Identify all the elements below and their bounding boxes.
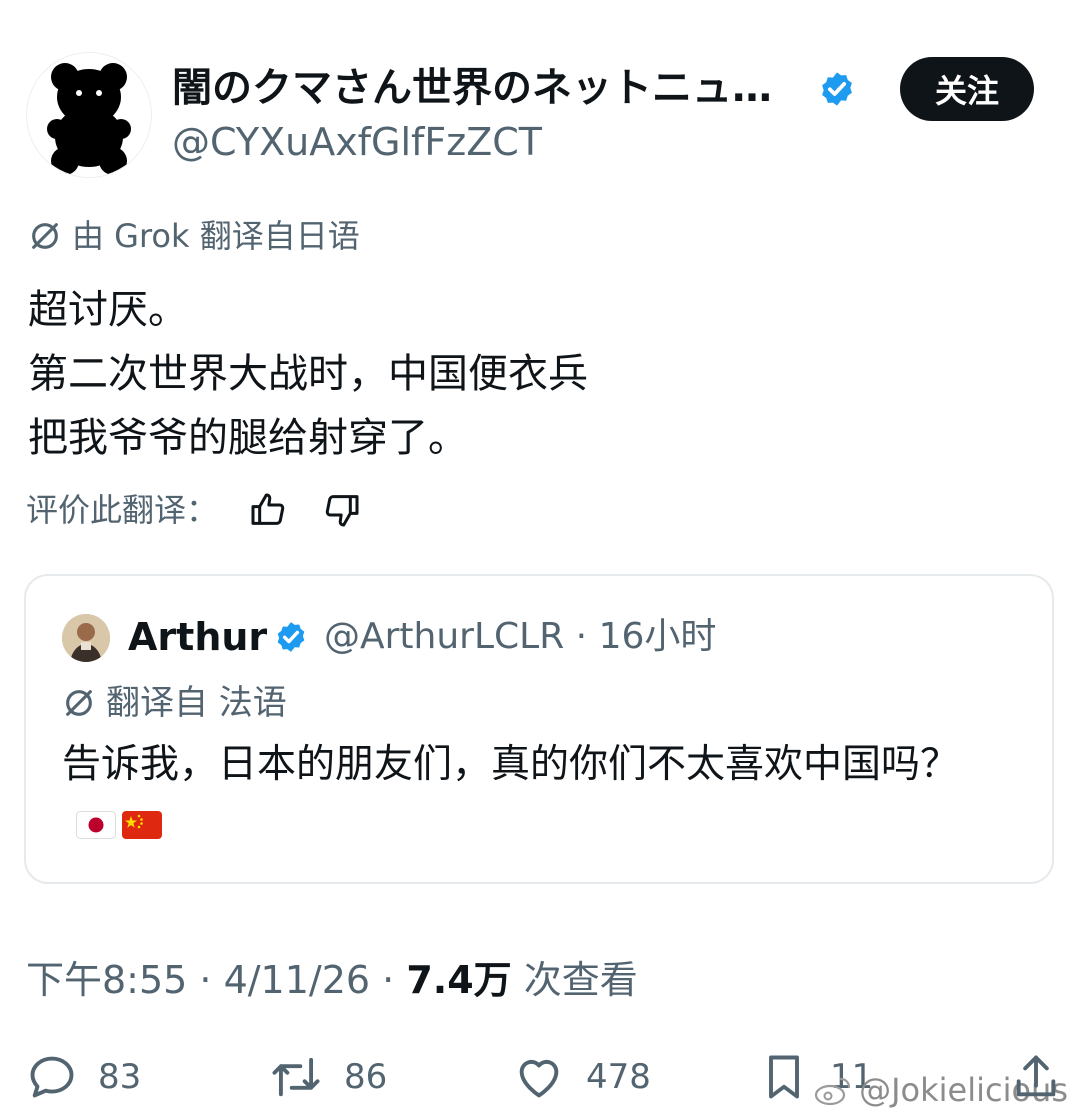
quote-translation-note: 翻译自 法语 — [62, 680, 287, 726]
tweet-text: 超讨厌。 第二次世界大战时，中国便衣兵 把我爷爷的腿给射穿了。 — [28, 287, 588, 461]
display-name-text: 闇のクマさん世界のネットニュ… — [172, 65, 772, 111]
grok-icon — [66, 690, 92, 716]
repost-count: 86 — [344, 1057, 388, 1097]
quote-translation-label: 翻译自 法语 — [106, 683, 287, 723]
japan-flag-icon — [76, 810, 116, 839]
author-avatar[interactable] — [26, 52, 152, 178]
translation-label: 由 Grok 翻译自日语 — [72, 217, 360, 255]
follow-button[interactable]: 关注 — [900, 57, 1034, 121]
heart-icon — [519, 1059, 559, 1098]
quote-handle-time[interactable]: @ArthurLCLR · 16小时 — [324, 612, 716, 662]
reply-count: 83 — [98, 1057, 142, 1097]
view-count: 7.4万 — [406, 958, 512, 1002]
rate-translation-label: 评价此翻译： — [26, 491, 219, 529]
quote-author-avatar[interactable] — [62, 614, 110, 662]
like-count: 478 — [586, 1057, 651, 1097]
verified-badge-icon — [822, 72, 852, 106]
display-name[interactable]: 闇のクマさん世界のネットニュ… — [172, 62, 772, 114]
like-button[interactable]: 478 — [512, 1050, 651, 1104]
portrait-avatar-icon — [62, 614, 110, 662]
weibo-icon — [814, 1077, 851, 1106]
view-count-label: 次查看 — [511, 958, 638, 1002]
thumbs-up-button[interactable] — [248, 490, 288, 530]
bookmark-icon — [769, 1055, 799, 1099]
tweet-timestamp[interactable]: 下午8:55 · 4/11/26 · — [26, 958, 406, 1002]
grok-icon — [32, 223, 58, 249]
quoted-tweet[interactable]: Arthur @ArthurLCLR · 16小时 翻译自 法语 告诉我，日本的… — [24, 574, 1054, 884]
thumbs-down-icon — [325, 495, 359, 527]
thumbs-down-button[interactable] — [322, 490, 362, 530]
bear-icon — [47, 63, 131, 175]
tweet-meta: 下午8:55 · 4/11/26 · 7.4万 次查看 — [26, 954, 638, 1006]
china-flag-icon — [122, 810, 162, 839]
reply-button[interactable]: 83 — [26, 1050, 141, 1104]
share-icon[interactable] — [1010, 1050, 1062, 1104]
quote-text: 告诉我，日本的朋友们，真的你们不太喜欢中国吗？ — [62, 736, 1022, 852]
author-handle[interactable]: @CYXuAxfGlfFzZCT — [172, 118, 542, 166]
verified-badge-icon — [277, 622, 305, 652]
quote-text-body: 告诉我，日本的朋友们，真的你们不太喜欢中国吗？ — [62, 742, 960, 787]
thumbs-up-icon — [251, 493, 285, 525]
rate-translation-row: 评价此翻译： — [26, 488, 362, 532]
repost-icon — [272, 1057, 320, 1097]
quote-author-name[interactable]: Arthur — [128, 612, 267, 662]
repost-button[interactable]: 86 — [268, 1050, 387, 1104]
reply-icon — [30, 1056, 74, 1098]
translation-note: 由 Grok 翻译自日语 — [28, 214, 360, 258]
